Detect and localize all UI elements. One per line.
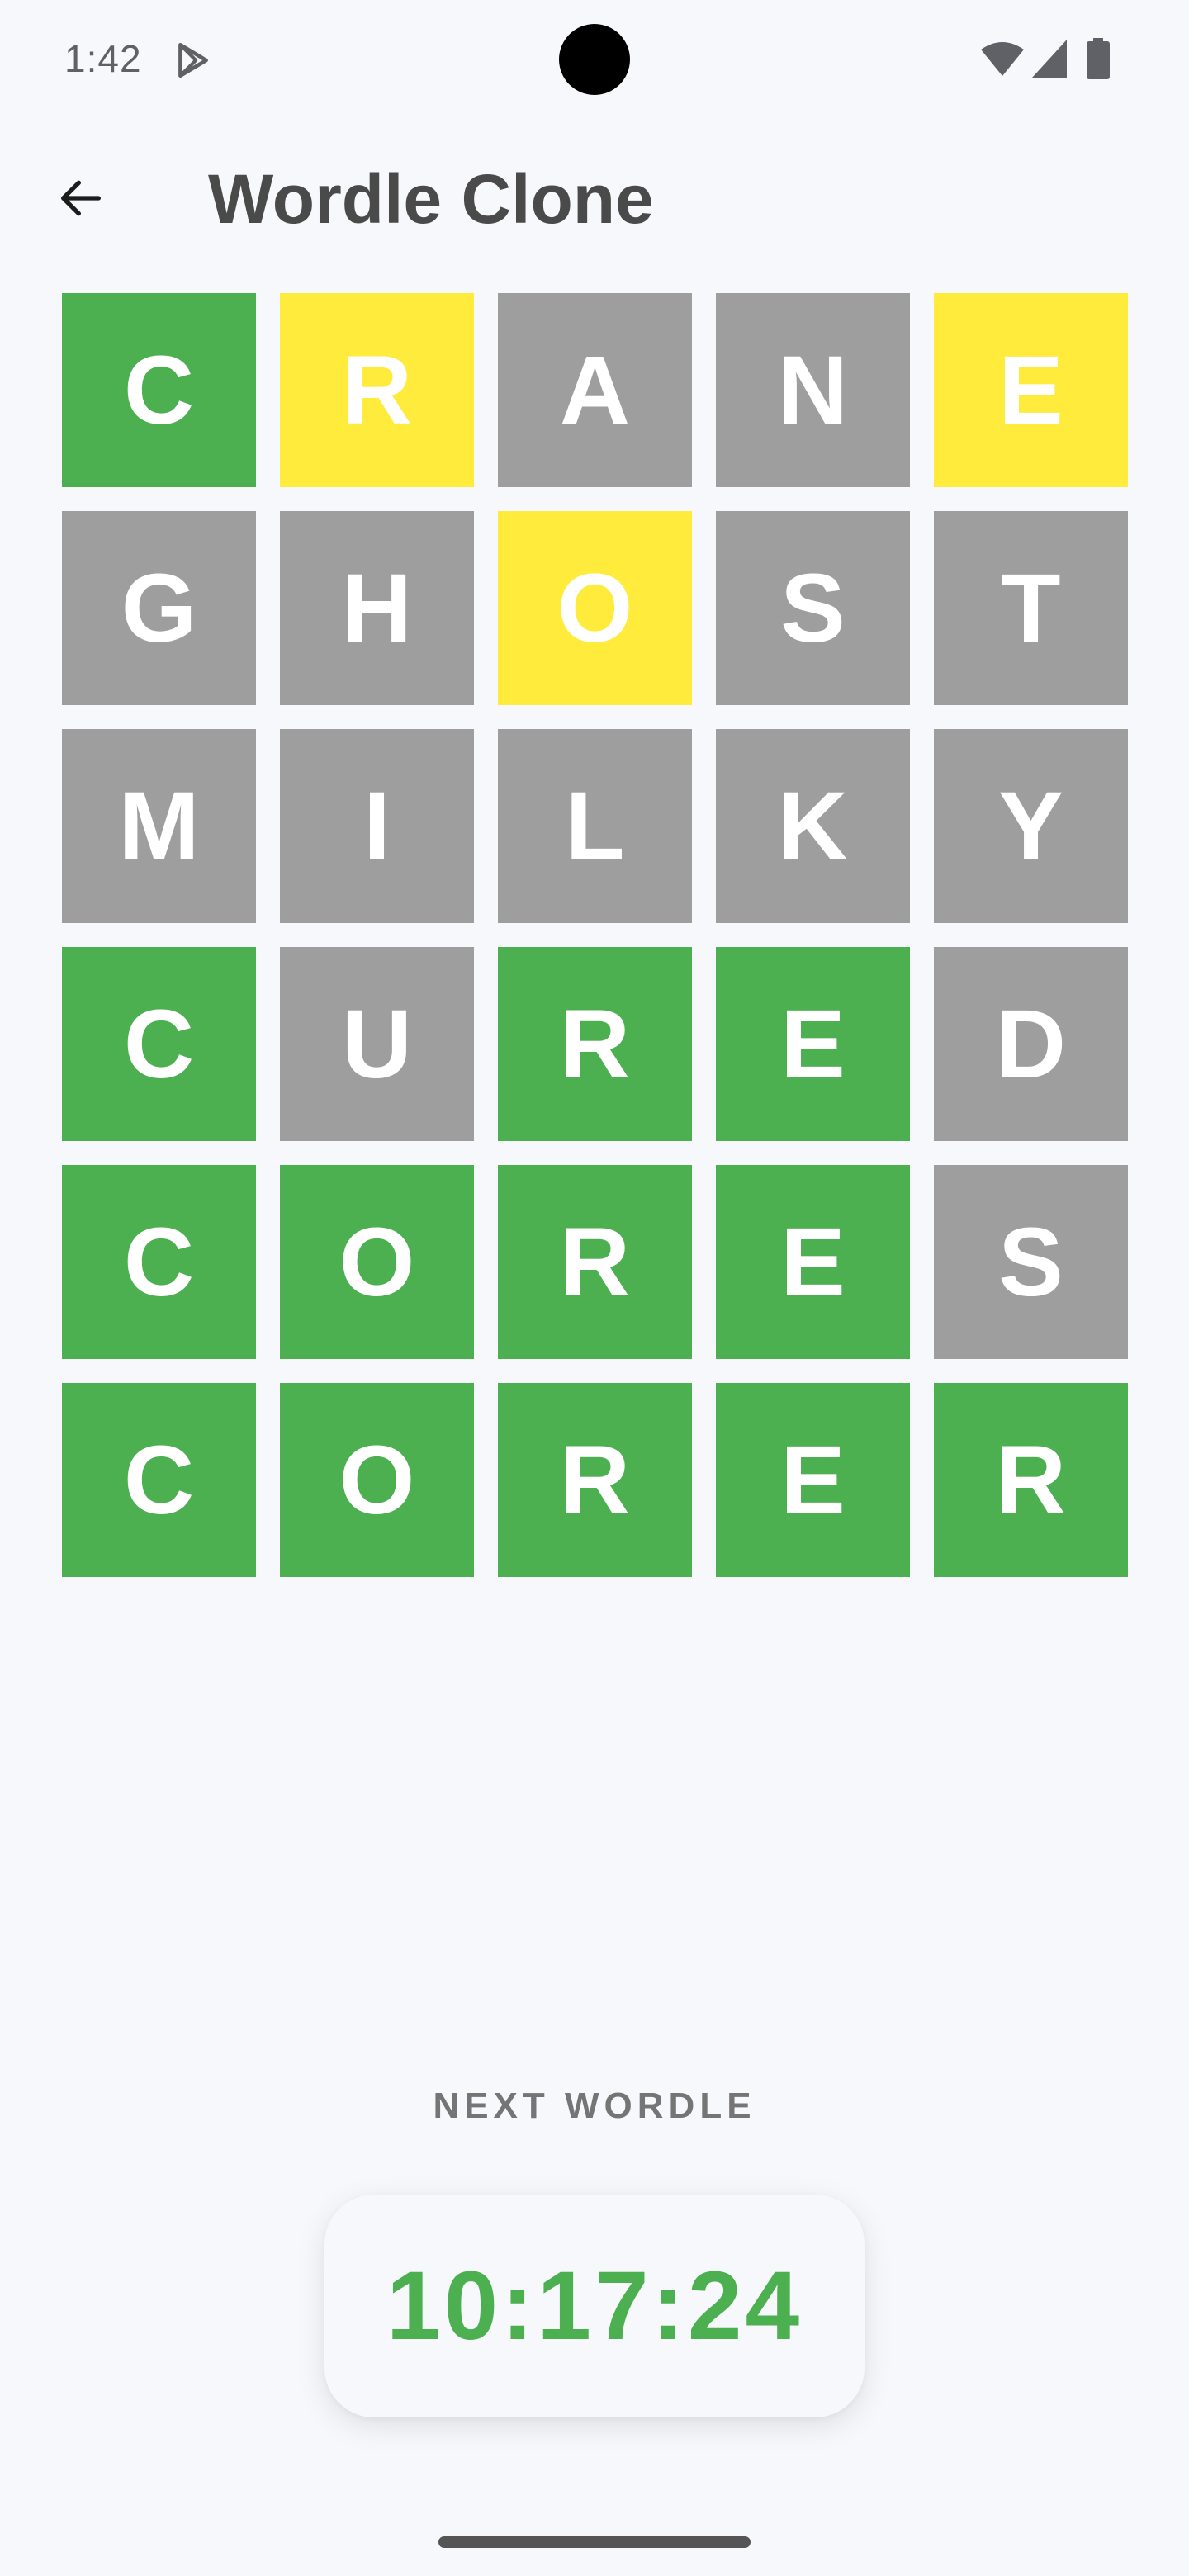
page-title: Wordle Clone — [208, 160, 654, 238]
board-tile: M — [62, 729, 256, 923]
board-tile: C — [62, 947, 256, 1141]
board-tile: R — [498, 1383, 692, 1577]
camera-cutout — [559, 24, 630, 95]
board-tile: R — [280, 293, 474, 487]
signal-icon — [1032, 40, 1067, 78]
board-tile: E — [934, 293, 1128, 487]
board-tile: S — [934, 1165, 1128, 1359]
board-tile: I — [280, 729, 474, 923]
board-tile: R — [498, 1165, 692, 1359]
board-tile: C — [62, 1383, 256, 1577]
board-tile: U — [280, 947, 474, 1141]
back-button[interactable] — [48, 165, 114, 231]
board-tile: C — [62, 293, 256, 487]
board-tile: K — [716, 729, 910, 923]
board-tile: E — [716, 1383, 910, 1577]
status-time: 1:42 — [64, 37, 142, 80]
board-tile: R — [498, 947, 692, 1141]
board-tile: O — [280, 1165, 474, 1359]
game-board: C R A N E G H O S T M I L K Y C U R E D … — [62, 293, 1128, 1577]
board-tile: D — [934, 947, 1128, 1141]
board-tile: E — [716, 947, 910, 1141]
board-tile: C — [62, 1165, 256, 1359]
board-tile: Y — [934, 729, 1128, 923]
board-tile: E — [716, 1165, 910, 1359]
board-tile: N — [716, 293, 910, 487]
board-tile: T — [934, 511, 1128, 705]
battery-icon — [1087, 38, 1110, 79]
countdown-timer: 10:17:24 — [386, 2252, 803, 2361]
status-bar: 1:42 — [0, 0, 1189, 116]
wifi-icon — [981, 42, 1024, 76]
board-tile: H — [280, 511, 474, 705]
board-tile: S — [716, 511, 910, 705]
countdown-card: 10:17:24 — [324, 2195, 865, 2417]
next-wordle-label: NEXT WORDLE — [433, 2086, 756, 2126]
play-store-icon — [178, 42, 208, 78]
arrow-back-icon — [61, 180, 101, 216]
gesture-nav-bar[interactable] — [438, 2536, 751, 2548]
board-tile: O — [498, 511, 692, 705]
board-tile: G — [62, 511, 256, 705]
board-tile: O — [280, 1383, 474, 1577]
board-tile: R — [934, 1383, 1128, 1577]
top-app-bar: Wordle Clone — [0, 132, 1189, 264]
board-tile: A — [498, 293, 692, 487]
board-tile: L — [498, 729, 692, 923]
